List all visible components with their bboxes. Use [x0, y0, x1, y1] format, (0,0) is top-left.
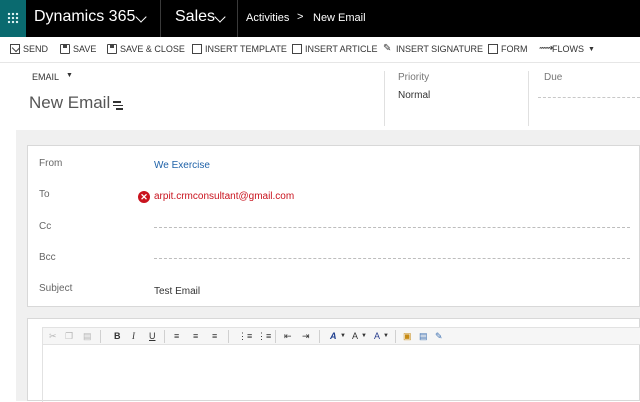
- save-button[interactable]: SAVE: [60, 44, 96, 54]
- email-body-editor: ✂ ❐ ▤ B I U ≡ ≡ ≡ ⋮≡ ⋮≡ ⇤ ⇥ A ▼ A ▼ A ▼ …: [27, 318, 640, 402]
- to-label: To: [39, 189, 50, 200]
- bold-button[interactable]: B: [114, 331, 121, 342]
- insert-article-label: INSERT ARTICLE: [305, 44, 378, 54]
- insert-article-icon[interactable]: ▤: [419, 331, 428, 342]
- app-name[interactable]: Sales: [175, 8, 215, 26]
- font-color-button[interactable]: A: [374, 331, 380, 342]
- form-button[interactable]: FORM: [488, 44, 528, 54]
- subject-field[interactable]: Test Email: [154, 286, 200, 297]
- subject-label: Subject: [39, 283, 73, 294]
- from-label: From: [39, 158, 63, 169]
- paste-icon[interactable]: ▤: [83, 331, 92, 342]
- nav-divider: [160, 0, 161, 37]
- entity-selector[interactable]: EMAIL: [32, 72, 59, 82]
- insert-signature-label: INSERT SIGNATURE: [396, 44, 484, 54]
- send-label: SEND: [23, 44, 49, 54]
- insert-signature-icon: ✎: [383, 43, 392, 54]
- insert-signature-icon[interactable]: ✎: [435, 331, 443, 342]
- caret-down-icon[interactable]: ▼: [361, 331, 367, 342]
- insert-template-icon: [192, 44, 202, 54]
- highlight-color-button[interactable]: A: [330, 331, 337, 342]
- brand-title[interactable]: Dynamics 365: [34, 8, 135, 26]
- breadcrumb-activities[interactable]: Activities: [246, 12, 289, 24]
- breadcrumb-separator: >: [297, 11, 304, 23]
- copy-icon[interactable]: ❐: [65, 331, 73, 342]
- insert-article-button[interactable]: INSERT ARTICLE: [292, 44, 378, 54]
- underline-button[interactable]: U: [149, 331, 156, 342]
- cut-icon[interactable]: ✂: [49, 331, 57, 342]
- align-right-icon[interactable]: ≡: [212, 331, 217, 342]
- align-center-icon[interactable]: ≡: [193, 331, 198, 342]
- nav-divider: [237, 0, 238, 37]
- page-title: New Email: [29, 93, 111, 112]
- envelope-icon: [10, 44, 20, 54]
- save-and-close-button[interactable]: SAVE & CLOSE: [107, 44, 185, 54]
- chevron-down-icon[interactable]: [135, 11, 147, 23]
- to-field[interactable]: arpit.crmconsultant@gmail.com: [154, 191, 294, 202]
- caret-down-icon[interactable]: ▼: [66, 72, 73, 79]
- flows-button[interactable]: ⟿ FLOWS ▼: [539, 43, 595, 55]
- error-icon: ✕: [138, 191, 150, 203]
- breadcrumb-new-email: New Email: [313, 12, 366, 24]
- command-bar: SEND SAVE SAVE & CLOSE INSERT TEMPLATE I…: [0, 37, 640, 63]
- form-menu-icon[interactable]: [113, 101, 123, 110]
- caret-down-icon[interactable]: ▼: [340, 331, 346, 342]
- cc-label: Cc: [39, 221, 52, 232]
- insert-template-icon[interactable]: ▣: [403, 331, 412, 342]
- toolbar-divider: [275, 330, 276, 343]
- save-label: SAVE: [73, 44, 97, 54]
- due-field[interactable]: [538, 97, 640, 98]
- save-close-icon: [107, 44, 117, 54]
- form-label: FORM: [501, 44, 528, 54]
- insert-signature-button[interactable]: ✎ INSERT SIGNATURE: [383, 43, 484, 55]
- save-icon: [60, 44, 70, 54]
- header-divider: [528, 71, 529, 126]
- app-launcher-button[interactable]: [0, 0, 26, 37]
- outdent-icon[interactable]: ⇤: [284, 331, 292, 342]
- due-label: Due: [544, 72, 563, 83]
- chevron-down-icon[interactable]: [214, 11, 226, 23]
- email-form-card: From We Exercise To ✕ arpit.crmconsultan…: [27, 145, 640, 307]
- toolbar-divider: [164, 330, 165, 343]
- align-left-icon[interactable]: ≡: [174, 331, 179, 342]
- left-strip: [0, 130, 16, 401]
- priority-label: Priority: [398, 72, 430, 83]
- insert-template-button[interactable]: INSERT TEMPLATE: [192, 44, 287, 54]
- grid-icon: [7, 12, 19, 24]
- cc-field[interactable]: [154, 227, 630, 228]
- toolbar-divider: [319, 330, 320, 343]
- indent-icon[interactable]: ⇥: [302, 331, 310, 342]
- toolbar-divider: [228, 330, 229, 343]
- toolbar-divider: [395, 330, 396, 343]
- caret-down-icon: ▼: [588, 45, 595, 53]
- italic-button[interactable]: I: [132, 331, 135, 342]
- insert-article-icon: [292, 44, 302, 54]
- toolbar-divider: [100, 330, 101, 343]
- insert-template-label: INSERT TEMPLATE: [205, 44, 287, 54]
- flows-label: FLOWS: [552, 44, 585, 54]
- from-field[interactable]: We Exercise: [154, 160, 210, 171]
- record-header: EMAIL ▼ New Email Priority Normal Due: [0, 63, 640, 130]
- bulleted-list-icon[interactable]: ⋮≡: [257, 331, 271, 342]
- form-icon: [488, 44, 498, 54]
- top-navigation-bar: Dynamics 365 Sales Activities > New Emai…: [0, 0, 640, 37]
- priority-value[interactable]: Normal: [398, 90, 430, 101]
- save-close-label: SAVE & CLOSE: [120, 44, 185, 54]
- caret-down-icon[interactable]: ▼: [383, 331, 389, 342]
- bcc-field[interactable]: [154, 258, 630, 259]
- editor-toolbar: ✂ ❐ ▤ B I U ≡ ≡ ≡ ⋮≡ ⋮≡ ⇤ ⇥ A ▼ A ▼ A ▼ …: [42, 327, 640, 345]
- send-button[interactable]: SEND: [10, 44, 48, 54]
- flows-icon: ⟿: [539, 43, 554, 54]
- font-size-button[interactable]: A: [352, 331, 358, 342]
- numbered-list-icon[interactable]: ⋮≡: [238, 331, 252, 342]
- email-body-input[interactable]: [42, 344, 640, 402]
- bcc-label: Bcc: [39, 252, 56, 263]
- header-divider: [384, 71, 385, 126]
